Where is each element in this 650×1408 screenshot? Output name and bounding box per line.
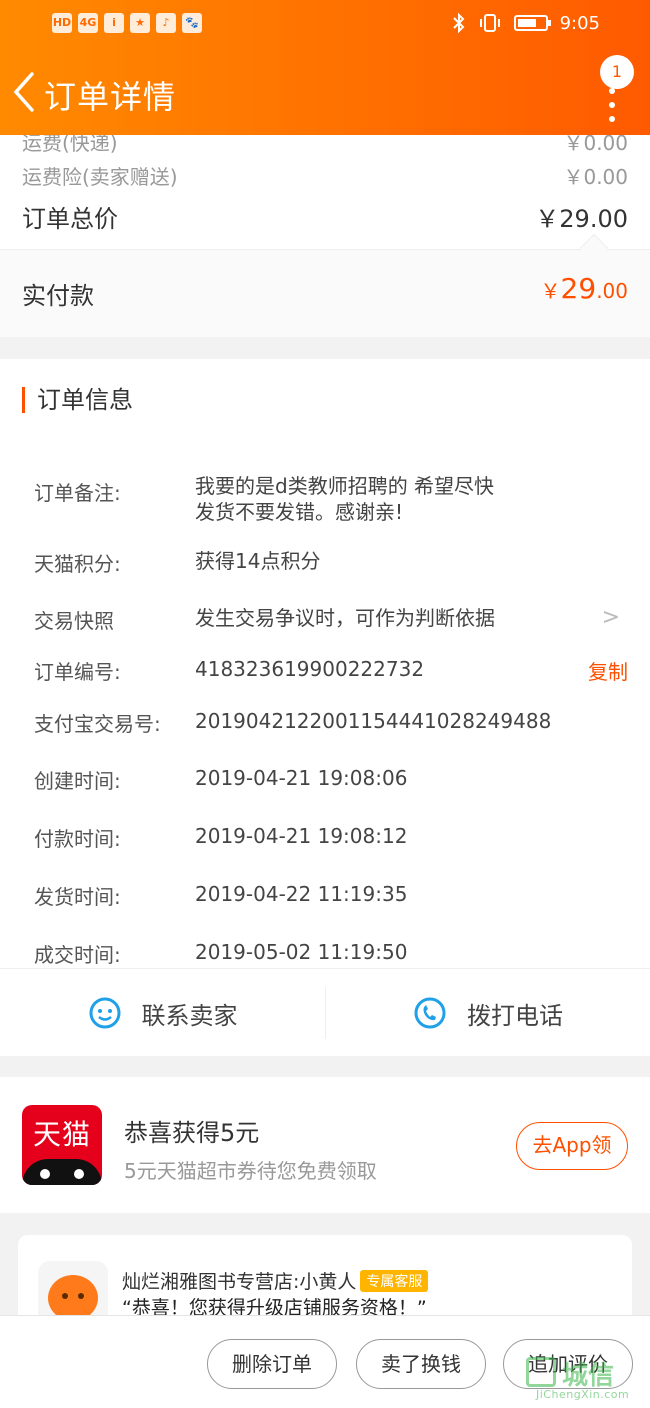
resell-button[interactable]: 卖了换钱 [356,1339,486,1389]
battery-icon [513,15,551,31]
info-value: 2019-04-21 19:08:12 [195,824,408,848]
baidu-app-icon: 🐾 [182,13,202,33]
info-label: 付款时间: [34,827,121,851]
info-label: 创建时间: [34,769,121,793]
shop-message: “恭喜！您获得升级店铺服务资格！” [122,1297,427,1315]
order-info-section: 订单信息 订单备注: 我要的是d类教师招聘的 希望尽快 发货不要发错。感谢亲! 天… [0,359,650,969]
info-value: 2019-04-22 11:19:35 [195,882,408,906]
paid-label: 实付款 [22,282,94,310]
insurance-label: 运费险(卖家赠送) [22,165,178,189]
info-value: 2019042122001154441028249488 [195,709,552,733]
status-icons-right: 9:05 [452,12,600,34]
info-value: 2019-04-21 19:08:06 [195,766,408,790]
section-title: 订单信息 [22,387,133,413]
signal-icon: 4G [78,13,98,33]
paid-amount: 实付款 ￥29.00 [0,233,650,337]
insurance-row: 运费险(卖家赠送) ￥0.00 [22,161,628,190]
delete-order-button[interactable]: 删除订单 [207,1339,337,1389]
call-phone-label: 拨打电话 [467,1001,563,1030]
bluetooth-icon [452,12,464,34]
total-label: 订单总价 [22,205,118,233]
info-label: 交易快照 [34,609,114,633]
message-count-badge[interactable]: 1 [600,55,634,89]
contact-seller-button[interactable]: 联系卖家 [0,969,325,1057]
tmall-promo: 天猫 恭喜获得5元 5元天猫超市券待您免费领取 去App领 [0,1077,650,1213]
info-label: 支付宝交易号: [34,712,161,736]
phone-icon [414,997,446,1029]
info-label: 成交时间: [34,943,121,967]
shipping-label: 运费(快递) [22,135,118,155]
vibrate-icon [479,14,500,32]
paid-value: ￥29.00 [540,272,628,305]
info-value: 我要的是d类教师招聘的 希望尽快 发货不要发错。感谢亲! [195,474,495,524]
hd-icon: HD [52,13,72,33]
info-label: 天猫积分: [34,552,121,576]
shipping-row: 运费(快递) ￥0.00 [22,135,628,156]
promo-title: 恭喜获得5元 [124,1119,260,1147]
star-app-icon: ★ [130,13,150,33]
order-detail-content: 运费(快递) ￥0.00 运费险(卖家赠送) ￥0.00 订单总价 ￥29.00… [0,135,650,1315]
info-app-icon: i [104,13,124,33]
status-icons-left: HD 4G i ★ ♪ 🐾 [52,13,202,33]
info-label: 发货时间: [34,885,121,909]
page-title: 订单详情 [44,78,177,116]
claim-in-app-button[interactable]: 去App领 [516,1122,628,1170]
contact-seller-label: 联系卖家 [141,1001,238,1030]
info-value: 418323619900222732 [195,657,425,681]
shipping-value: ￥0.00 [563,135,628,155]
info-value: 获得14点积分 [195,549,321,573]
copy-button[interactable]: 复制 [588,656,628,685]
back-arrow-icon[interactable] [8,70,40,114]
total-value: ￥29.00 [535,205,628,233]
info-label: 订单备注: [34,481,121,505]
tmall-logo: 天猫 [22,1105,102,1185]
promo-subtitle: 5元天猫超市券待您免费领取 [124,1159,377,1183]
shop-service-card[interactable]: 灿烂湘雅图书专营店:小黄人 专属客服 “恭喜！您获得升级店铺服务资格！” [18,1235,632,1315]
call-phone-button[interactable]: 拨打电话 [325,987,650,1039]
status-time: 9:05 [559,12,600,34]
info-value: 2019-05-02 11:19:50 [195,940,408,964]
info-value: 发生交易争议时，可作为判断依据 [195,606,495,630]
service-tag: 专属客服 [360,1270,429,1292]
total-row: 订单总价 ￥29.00 [22,199,628,234]
insurance-value: ￥0.00 [563,165,628,189]
tiktok-app-icon: ♪ [156,13,176,33]
status-bar: HD 4G i ★ ♪ 🐾 9:05 [0,0,650,50]
shop-avatar [38,1261,108,1315]
watermark-logo: 城信 JiChengXin.com [526,1355,644,1405]
chevron-right-icon: > [601,605,620,630]
chat-face-icon [89,997,120,1029]
more-menu-icon[interactable] [608,88,616,128]
contact-bar: 联系卖家 拨打电话 [0,968,650,1056]
info-label: 订单编号: [34,660,121,684]
price-summary: 运费(快递) ￥0.00 运费险(卖家赠送) ￥0.00 订单总价 ￥29.00 [0,135,650,249]
shop-name: 灿烂湘雅图书专营店:小黄人 专属客服 [122,1267,429,1294]
nav-bar: 订单详情 1 [0,50,650,135]
